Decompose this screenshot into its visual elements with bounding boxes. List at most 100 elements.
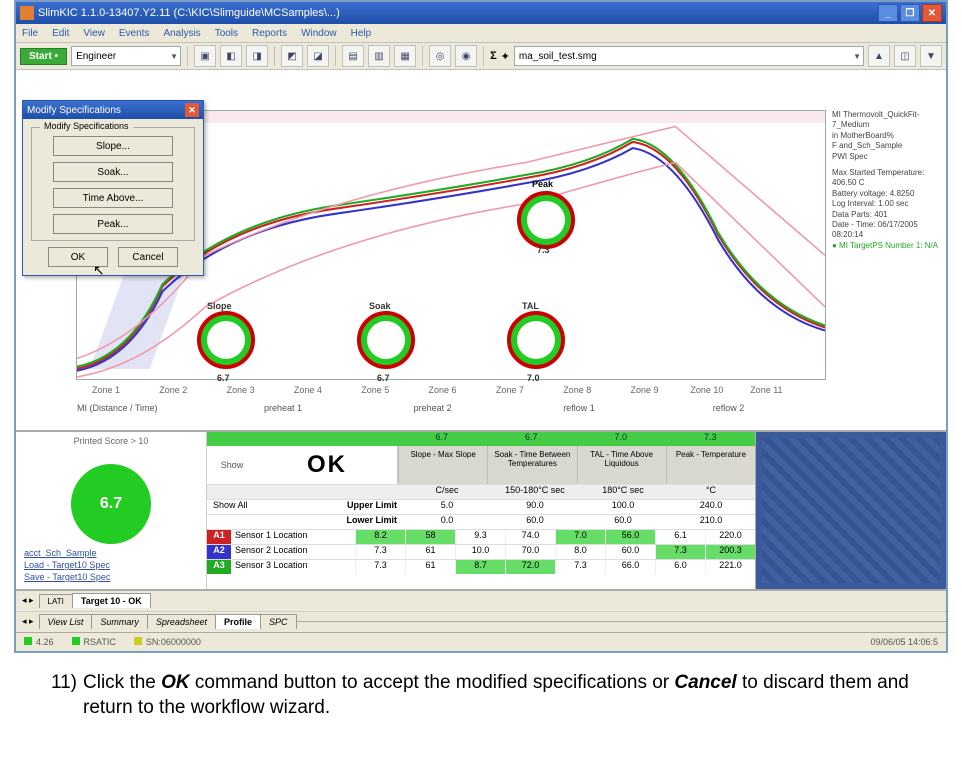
status-temp: 4.26 [36, 637, 54, 647]
ok-status: OK [257, 446, 398, 484]
lower-limit-label: Lower Limit [207, 515, 403, 529]
menu-events[interactable]: Events [119, 28, 150, 39]
info-line: F and_Sch_Sample [832, 141, 942, 151]
dialog-close-button[interactable]: ✕ [185, 103, 199, 117]
tab-lati[interactable]: LATI [39, 594, 73, 608]
info-line: in MotherBoard% [832, 131, 942, 141]
close-button[interactable]: ✕ [922, 4, 942, 22]
maximize-button[interactable]: ❐ [900, 4, 920, 22]
minimize-button[interactable]: _ [878, 4, 898, 22]
gauge-peak [517, 191, 575, 249]
green-cell: 7.0 [576, 432, 666, 446]
pcb-image[interactable] [755, 432, 946, 589]
gauge-tal-label: TAL [522, 301, 539, 311]
menu-tools[interactable]: Tools [215, 28, 238, 39]
soak-button[interactable]: Soak... [53, 162, 173, 182]
link-load-spec[interactable]: Load - Target10 Spec [24, 560, 198, 570]
x-axis-label: reflow 2 [713, 403, 745, 413]
status-time: 09/06/05 14:06:5 [870, 637, 938, 647]
view-tab[interactable]: Spreadsheet [147, 614, 216, 629]
titlebar: SlimKIC 1.1.0-13407.Y2.11 (C:\KIC\Slimgu… [16, 2, 946, 24]
info-line: Log Interval: 1.00 sec [832, 199, 942, 209]
lower-cell: 0.0 [403, 515, 491, 529]
info-line: Date - Time: 06/17/2005 08:20:14 [832, 220, 942, 241]
upper-cell: 100.0 [579, 500, 667, 514]
green-cell: 6.7 [397, 432, 487, 446]
view-tab-profile[interactable]: Profile [215, 614, 261, 629]
view-tab[interactable]: Summary [91, 614, 148, 629]
view-tab[interactable]: SPC [260, 614, 297, 629]
sensor-row[interactable]: A1 Sensor 1 Location 8.2 58 9.3 74.0 7.0… [207, 529, 755, 544]
toolbar-icon[interactable]: ◫ [894, 45, 916, 67]
menu-edit[interactable]: Edit [52, 28, 69, 39]
score-label: Printed Score > 10 [74, 436, 149, 446]
gauge-slope [197, 311, 255, 369]
dialog-title: Modify Specifications [27, 105, 121, 116]
sensor-name: Sensor 1 Location [231, 530, 355, 544]
view-tab[interactable]: View List [39, 614, 93, 629]
time-above-button[interactable]: Time Above... [53, 188, 173, 208]
menubar: File Edit View Events Analysis Tools Rep… [16, 24, 946, 43]
overall-score: 6.7 [71, 464, 151, 544]
cancel-button[interactable]: Cancel [118, 247, 178, 267]
status-sn: SN:06000000 [146, 637, 201, 647]
x-axis-label: MI (Distance / Time) [77, 403, 158, 413]
menu-file[interactable]: File [22, 28, 38, 39]
toolbar-icon[interactable]: ▥ [368, 45, 390, 67]
lower-cell: 210.0 [667, 515, 755, 529]
link-save-spec[interactable]: Save - Target10 Spec [24, 572, 198, 582]
toolbar-icon[interactable]: ◩ [281, 45, 303, 67]
sensor-tag: A3 [207, 560, 231, 574]
menu-reports[interactable]: Reports [252, 28, 287, 39]
zone-label: Zone 5 [361, 385, 389, 395]
role-combo[interactable]: Engineer [71, 46, 181, 66]
showall-label[interactable]: Show All [213, 500, 248, 510]
file-combo[interactable]: ma_soil_test.smg [514, 46, 864, 66]
info-line: ● MI TargetPS Number 1: N/A [832, 241, 942, 251]
zone-label: Zone 7 [496, 385, 524, 395]
subhead-cell: 150-180°C sec [491, 485, 579, 499]
link-sample[interactable]: acct_Sch_Sample [24, 548, 198, 558]
show-label: Show [207, 446, 257, 484]
toolbar-icon[interactable]: ◧ [220, 45, 242, 67]
zone-label: Zone 3 [227, 385, 255, 395]
menu-help[interactable]: Help [351, 28, 372, 39]
menu-view[interactable]: View [83, 28, 105, 39]
lower-panel: Printed Score > 10 6.7 acct_Sch_Sample L… [16, 432, 946, 632]
toolbar-icon[interactable]: ◎ [429, 45, 451, 67]
toolbar-icon[interactable]: ▼ [920, 45, 942, 67]
toolbar-icon[interactable]: ▣ [194, 45, 216, 67]
sensor-row[interactable]: A2 Sensor 2 Location 7.3 61 10.0 70.0 8.… [207, 544, 755, 559]
toolbar-icon[interactable]: ▲ [868, 45, 890, 67]
metrics-table: 6.7 6.7 7.0 7.3 Show OK Slope - Max Slop… [207, 432, 755, 589]
instruction-cancel: Cancel [674, 672, 736, 693]
col-header: Soak - Time Between Temperatures [487, 446, 576, 484]
toolbar-icon[interactable]: ◉ [455, 45, 477, 67]
cursor-icon: ↖ [93, 262, 105, 279]
toolbar-icon[interactable]: ◪ [307, 45, 329, 67]
toolbar-icon[interactable]: ▤ [342, 45, 364, 67]
toolbar-icon[interactable]: ◨ [246, 45, 268, 67]
toolbar-icon[interactable]: ▦ [394, 45, 416, 67]
start-button[interactable]: Start • [20, 48, 67, 65]
zone-label: Zone 11 [750, 385, 782, 395]
slope-button[interactable]: Slope... [53, 136, 173, 156]
menu-window[interactable]: Window [301, 28, 337, 39]
sensor-row[interactable]: A3 Sensor 3 Location 7.3 61 8.7 72.0 7.3… [207, 559, 755, 574]
chart-area: Slope 6.7 Soak 6.7 TAL 7.0 Peak 7.3 Zone… [16, 70, 946, 432]
status-led-icon [24, 637, 32, 645]
subhead-cell: 180°C sec [579, 485, 667, 499]
sensor-tag: A1 [207, 530, 231, 544]
col-header: TAL - Time Above Liquidous [577, 446, 666, 484]
peak-button[interactable]: Peak... [53, 214, 173, 234]
menu-analysis[interactable]: Analysis [163, 28, 200, 39]
gauge-peak-value: 7.3 [537, 245, 550, 255]
subhead-cell: °C [667, 485, 755, 499]
tab-bar: ◂ ▸ LATI Target 10 - OK [16, 590, 946, 611]
instruction-ok: OK [161, 672, 190, 693]
gauge-slope-value: 6.7 [217, 373, 230, 383]
application-window: SlimKIC 1.1.0-13407.Y2.11 (C:\KIC\Slimgu… [14, 0, 948, 653]
col-header: Slope - Max Slope [398, 446, 487, 484]
tab-target[interactable]: Target 10 - OK [72, 593, 151, 608]
status-led-icon [72, 637, 80, 645]
